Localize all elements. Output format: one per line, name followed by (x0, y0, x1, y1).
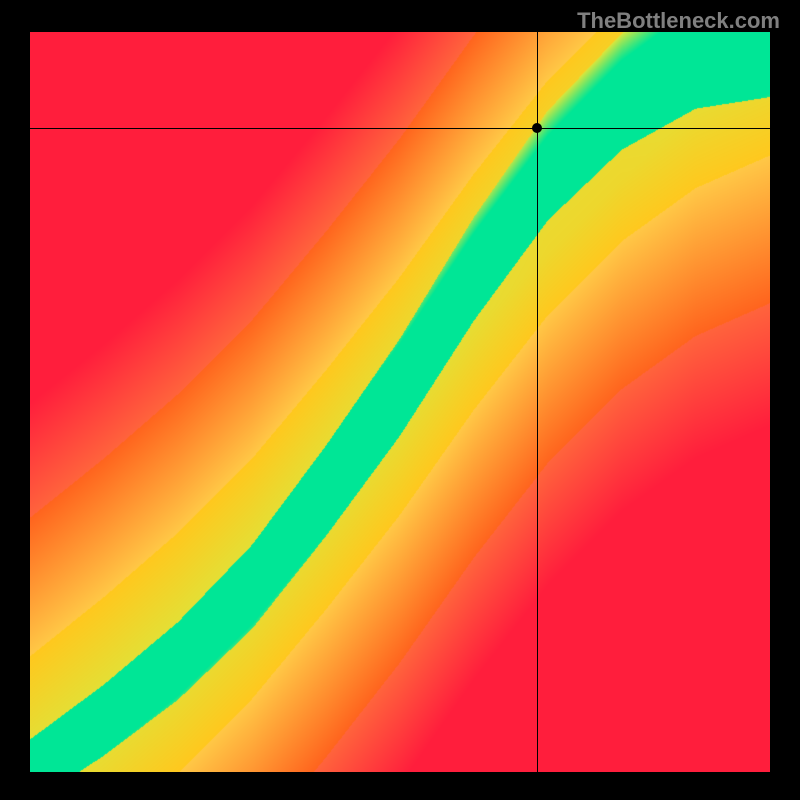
crosshair-vertical (537, 32, 538, 772)
watermark-text: TheBottleneck.com (577, 8, 780, 34)
chart-container: TheBottleneck.com (0, 0, 800, 800)
plot-area (30, 32, 770, 772)
heatmap-canvas (30, 32, 770, 772)
marker-point (532, 123, 542, 133)
crosshair-horizontal (30, 128, 770, 129)
